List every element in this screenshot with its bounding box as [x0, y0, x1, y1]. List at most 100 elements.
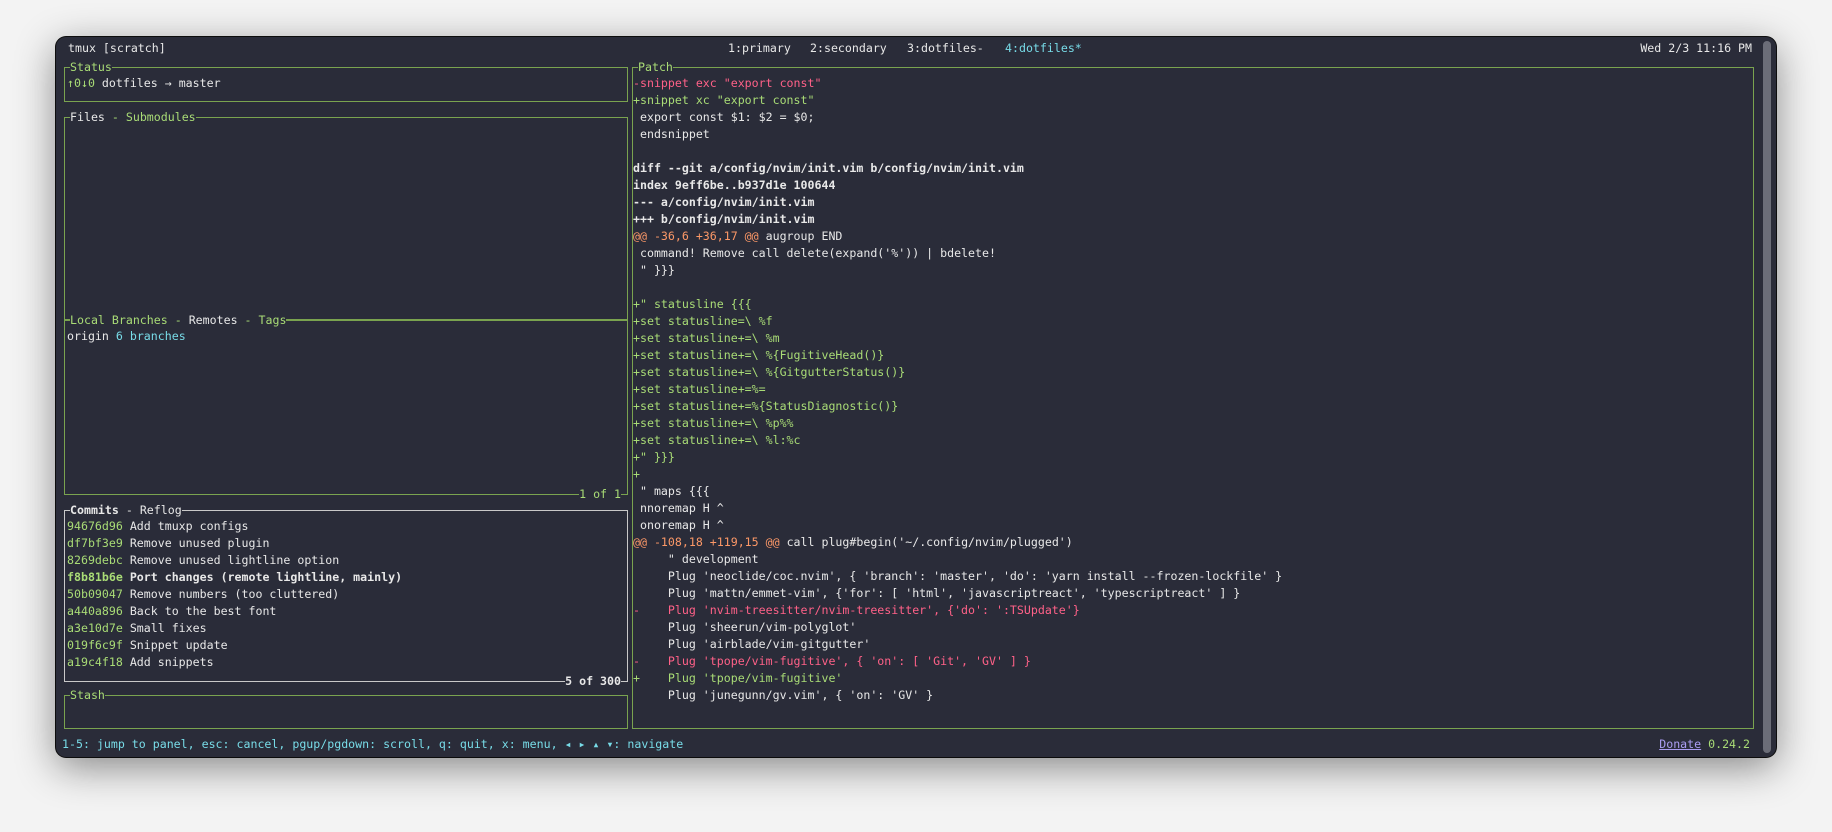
branches-pagination: 1 of 1: [579, 486, 621, 503]
commit-row[interactable]: a19c4f18 Add snippets: [67, 654, 214, 671]
commit-message: Add snippets: [122, 655, 214, 669]
keybinding-hints: 1-5: jump to panel, esc: cancel, pgup/pg…: [62, 737, 684, 751]
commit-row[interactable]: 8269debc Remove unused lightline option: [67, 552, 339, 569]
remote-name: origin: [67, 329, 109, 343]
diff-text: Plug 'mattn/emmet-vim', {'for': [ 'html'…: [633, 586, 1241, 600]
diff-line: @@ -108,18 +119,15 @@ call plug#begin('~…: [633, 534, 1073, 551]
diff-text: +snippet xc "export const": [633, 93, 815, 107]
footer-right: Donate 0.24.2: [1659, 736, 1750, 753]
tab-3[interactable]: 3:dotfiles-: [907, 40, 984, 57]
diff-line: -snippet exc "export const": [633, 75, 821, 92]
tab-submodules[interactable]: Submodules: [126, 110, 196, 124]
diff-text: augroup END: [758, 229, 843, 243]
branches-panel[interactable]: Local Branches - Remotes - Tags origin 6…: [64, 312, 628, 503]
diff-line: nnoremap H ^: [633, 500, 724, 517]
commits-panel[interactable]: Commits - Reflog 94676d96 Add tmuxp conf…: [64, 502, 628, 690]
commit-hash: 8269debc: [67, 553, 123, 567]
diff-text: Plug 'airblade/vim-gitgutter': [633, 637, 871, 651]
tab-2[interactable]: 2:secondary: [810, 40, 887, 57]
diff-text: Plug 'neoclide/coc.nvim', { 'branch': 'm…: [633, 569, 1283, 583]
diff-line: +set statusline+=\ %{FugitiveHead()}: [633, 347, 884, 364]
separator: -: [237, 313, 259, 327]
tab-remotes[interactable]: Remotes: [189, 313, 238, 327]
status-line: ↑0↓0 dotfiles → master: [67, 75, 221, 92]
diff-text: + Plug 'tpope/vim-fugitive': [633, 671, 843, 685]
diff-text: +set statusline+=\ %{FugitiveHead()}: [633, 348, 885, 362]
patch-panel[interactable]: Patch -snippet exc "export const" +snippe…: [632, 59, 1754, 729]
commit-message: Back to the best font: [122, 604, 277, 618]
tab-files[interactable]: Files: [70, 110, 105, 124]
diff-line: endsnippet: [633, 126, 710, 143]
diff-line: +" statusline {{{: [633, 296, 752, 313]
commit-row[interactable]: 94676d96 Add tmuxp configs: [67, 518, 248, 535]
diff-text: +set statusline+=%{StatusDiagnostic()}: [633, 399, 899, 413]
status-panel[interactable]: Status ↑0↓0 dotfiles → master: [64, 59, 628, 102]
files-panel[interactable]: Files - Submodules: [64, 109, 628, 320]
arrow-icon: →: [164, 76, 172, 90]
diff-text: - Plug 'nvim-treesitter/nvim-treesitter'…: [633, 603, 1080, 617]
diff-text: +set statusline=\ %f: [633, 314, 773, 328]
separator: -: [167, 313, 189, 327]
commit-message: Remove unused lightline option: [122, 553, 340, 567]
diff-line: command! Remove call delete(expand('%'))…: [633, 245, 996, 262]
donate-link[interactable]: Donate: [1659, 737, 1701, 751]
diff-line: --- a/config/nvim/init.vim: [633, 194, 814, 211]
diff-text: +set statusline+=%=: [633, 382, 766, 396]
diff-line: +" }}}: [633, 449, 675, 466]
commit-row[interactable]: df7bf3e9 Remove unused plugin: [67, 535, 269, 552]
diff-line: - Plug 'nvim-treesitter/nvim-treesitter'…: [633, 602, 1080, 619]
commit-hash: f8b81b6e: [67, 570, 123, 584]
diff-text: onoremap H ^: [633, 518, 724, 532]
commit-row[interactable]: a440a896 Back to the best font: [67, 603, 276, 620]
commit-row[interactable]: 50b09047 Remove numbers (too cluttered): [67, 586, 339, 603]
diff-text: endsnippet: [633, 127, 710, 141]
diff-text: +set statusline+=\ %{GitgutterStatus()}: [633, 365, 906, 379]
clock: Wed 2/3 11:16 PM: [1640, 41, 1752, 55]
commit-row[interactable]: 019f6c9f Snippet update: [67, 637, 228, 654]
diff-text: Plug 'junegunn/gv.vim', { 'on': 'GV' }: [633, 688, 934, 702]
branch-name: master: [178, 76, 221, 90]
commits-title: Commits - Reflog: [70, 502, 182, 519]
diff-line: " maps {{{: [633, 483, 710, 500]
scrollbar[interactable]: [1763, 41, 1771, 753]
tab-4-active[interactable]: 4:dotfiles*: [1005, 40, 1082, 57]
tab-local-branches[interactable]: Local Branches: [70, 313, 168, 327]
branches-title: Local Branches - Remotes - Tags: [70, 312, 287, 329]
diff-text: call plug#begin('~/.config/nvim/plugged'…: [779, 535, 1073, 549]
tab-tags[interactable]: Tags: [259, 313, 287, 327]
tab-reflog[interactable]: Reflog: [140, 503, 182, 517]
diff-line: +set statusline+=%{StatusDiagnostic()}: [633, 398, 898, 415]
diff-line: +: [633, 466, 640, 483]
separator: -: [104, 110, 126, 124]
diff-text: +" statusline {{{: [633, 297, 752, 311]
branch-count: 6 branches: [115, 329, 186, 343]
diff-text: +" }}}: [633, 450, 675, 464]
commit-message: Snippet update: [122, 638, 228, 652]
tab-commits[interactable]: Commits: [70, 503, 119, 517]
tab-1[interactable]: 1:primary: [728, 40, 791, 57]
commit-row[interactable]: a3e10d7e Small fixes: [67, 620, 207, 637]
stash-title: Stash: [70, 687, 105, 704]
remote-item[interactable]: origin 6 branches: [67, 328, 186, 345]
diff-line: +set statusline+=\ %p%%: [633, 415, 794, 432]
diff-line: Plug 'sheerun/vim-polyglot': [633, 619, 856, 636]
diff-text: " development: [633, 552, 759, 566]
commit-message: Port changes (remote lightline, mainly): [122, 570, 403, 584]
diff-text: +set statusline+=\ %m: [633, 331, 780, 345]
diff-line: export const $1: $2 = $0;: [633, 109, 815, 126]
diff-text: +: [633, 467, 640, 481]
separator: -: [118, 503, 140, 517]
version: 0.24.2: [1708, 737, 1750, 751]
diff-line: - Plug 'tpope/vim-fugitive', { 'on': [ '…: [633, 653, 1031, 670]
stash-panel[interactable]: Stash: [64, 687, 628, 729]
diff-line: +set statusline+=\ %l:%c: [633, 432, 801, 449]
diff-text: nnoremap H ^: [633, 501, 724, 515]
diff-text: +set statusline+=\ %l:%c: [633, 433, 801, 447]
patch-title: Patch: [638, 59, 673, 76]
diff-text: command! Remove call delete(expand('%'))…: [633, 246, 996, 260]
diff-text: export const $1: $2 = $0;: [633, 110, 815, 124]
diff-text: --- a/config/nvim/init.vim: [633, 195, 815, 209]
repo-name: dotfiles: [101, 76, 158, 90]
commit-row[interactable]: f8b81b6e Port changes (remote lightline,…: [67, 569, 402, 586]
commit-message: Remove unused plugin: [122, 536, 270, 550]
